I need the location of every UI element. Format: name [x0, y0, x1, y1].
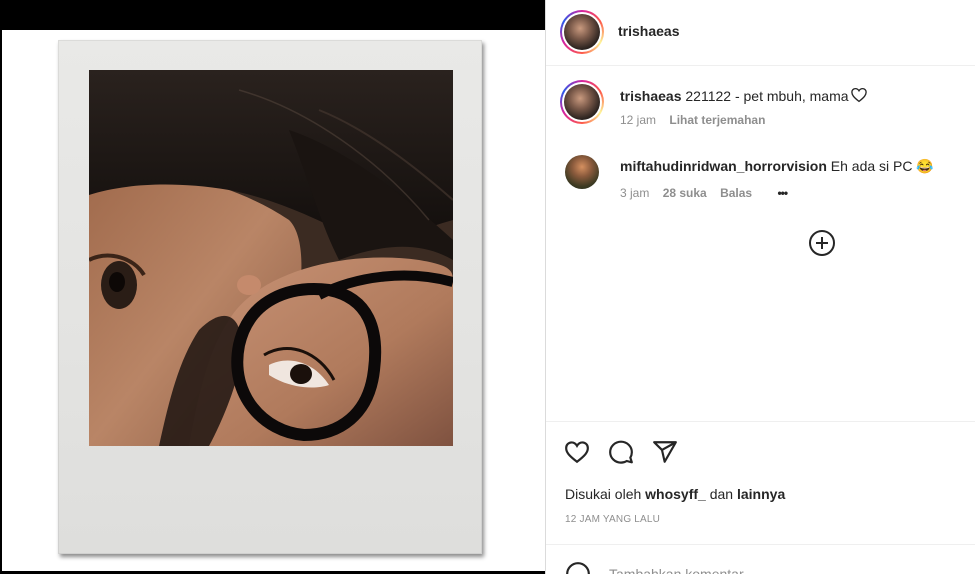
- more-options-icon[interactable]: •••: [777, 186, 788, 200]
- likes-summary: Disukai oleh whosyff_ dan lainnya: [565, 486, 785, 502]
- add-comment-input[interactable]: Tambahkan komentar...: [609, 566, 755, 574]
- author-avatar[interactable]: [560, 10, 604, 54]
- caption-avatar[interactable]: [560, 80, 604, 124]
- see-translation-link[interactable]: Lihat terjemahan: [669, 113, 765, 127]
- comment-time: 3 jam: [620, 186, 650, 200]
- caption-meta: 12 jam Lihat terjemahan: [620, 113, 775, 127]
- likes-others-link[interactable]: lainnya: [737, 486, 785, 502]
- liked-by-user-link[interactable]: whosyff_: [645, 486, 706, 502]
- caption-username[interactable]: trishaeas: [620, 88, 681, 104]
- likes-prefix: Disukai oleh: [565, 486, 642, 502]
- reply-button[interactable]: Balas: [720, 186, 752, 200]
- paper-plane-icon[interactable]: [652, 439, 678, 465]
- commenter-avatar[interactable]: [565, 155, 599, 189]
- post-media[interactable]: [0, 0, 545, 574]
- emoji-smile-icon[interactable]: [565, 561, 591, 574]
- post-header: trishaeas: [546, 0, 975, 66]
- post-timestamp: 12 JAM YANG LALU: [565, 514, 661, 525]
- add-comment-bar: Tambahkan komentar...: [546, 544, 975, 574]
- post-actions: Disukai oleh whosyff_ dan lainnya 12 JAM…: [546, 421, 975, 545]
- plus-circle-icon[interactable]: [808, 229, 836, 257]
- caption-time: 12 jam: [620, 113, 657, 127]
- polaroid-frame: [58, 40, 482, 554]
- comment-likes-count[interactable]: 28 suka: [663, 186, 707, 200]
- comment-meta: 3 jam 28 suka Balas •••: [620, 186, 797, 200]
- author-username[interactable]: trishaeas: [618, 23, 679, 39]
- comment-body: Eh ada si PC 😂: [830, 158, 934, 174]
- caption-body: 221122 - pet mbuh, mama: [685, 88, 849, 104]
- media-top-bar: [0, 0, 545, 30]
- face-with-glasses-image: [89, 70, 453, 446]
- likes-conj: dan: [709, 486, 734, 502]
- heart-outline-icon: [850, 87, 867, 103]
- media-left-edge: [0, 30, 2, 574]
- post-photo: [89, 70, 453, 446]
- like-heart-icon[interactable]: [564, 439, 590, 465]
- comment-bubble-icon[interactable]: [608, 439, 634, 465]
- comment-text: miftahudinridwan_horrorvision Eh ada si …: [620, 157, 934, 175]
- comment-username[interactable]: miftahudinridwan_horrorvision: [620, 158, 827, 174]
- post-sidebar: trishaeas trishaeas 221122 - pet mbuh, m…: [545, 0, 975, 574]
- caption-text: trishaeas 221122 - pet mbuh, mama: [620, 86, 869, 105]
